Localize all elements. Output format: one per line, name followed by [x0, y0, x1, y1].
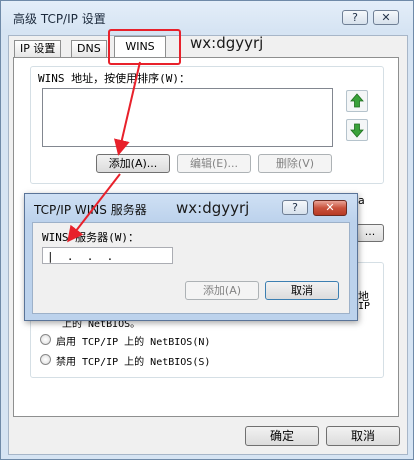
annotation-arrow-to-add: [114, 61, 141, 156]
annotation-arrow-to-input: [67, 173, 121, 243]
annotation-arrows: [67, 61, 141, 243]
tab-wins[interactable]: WINS: [114, 36, 166, 57]
